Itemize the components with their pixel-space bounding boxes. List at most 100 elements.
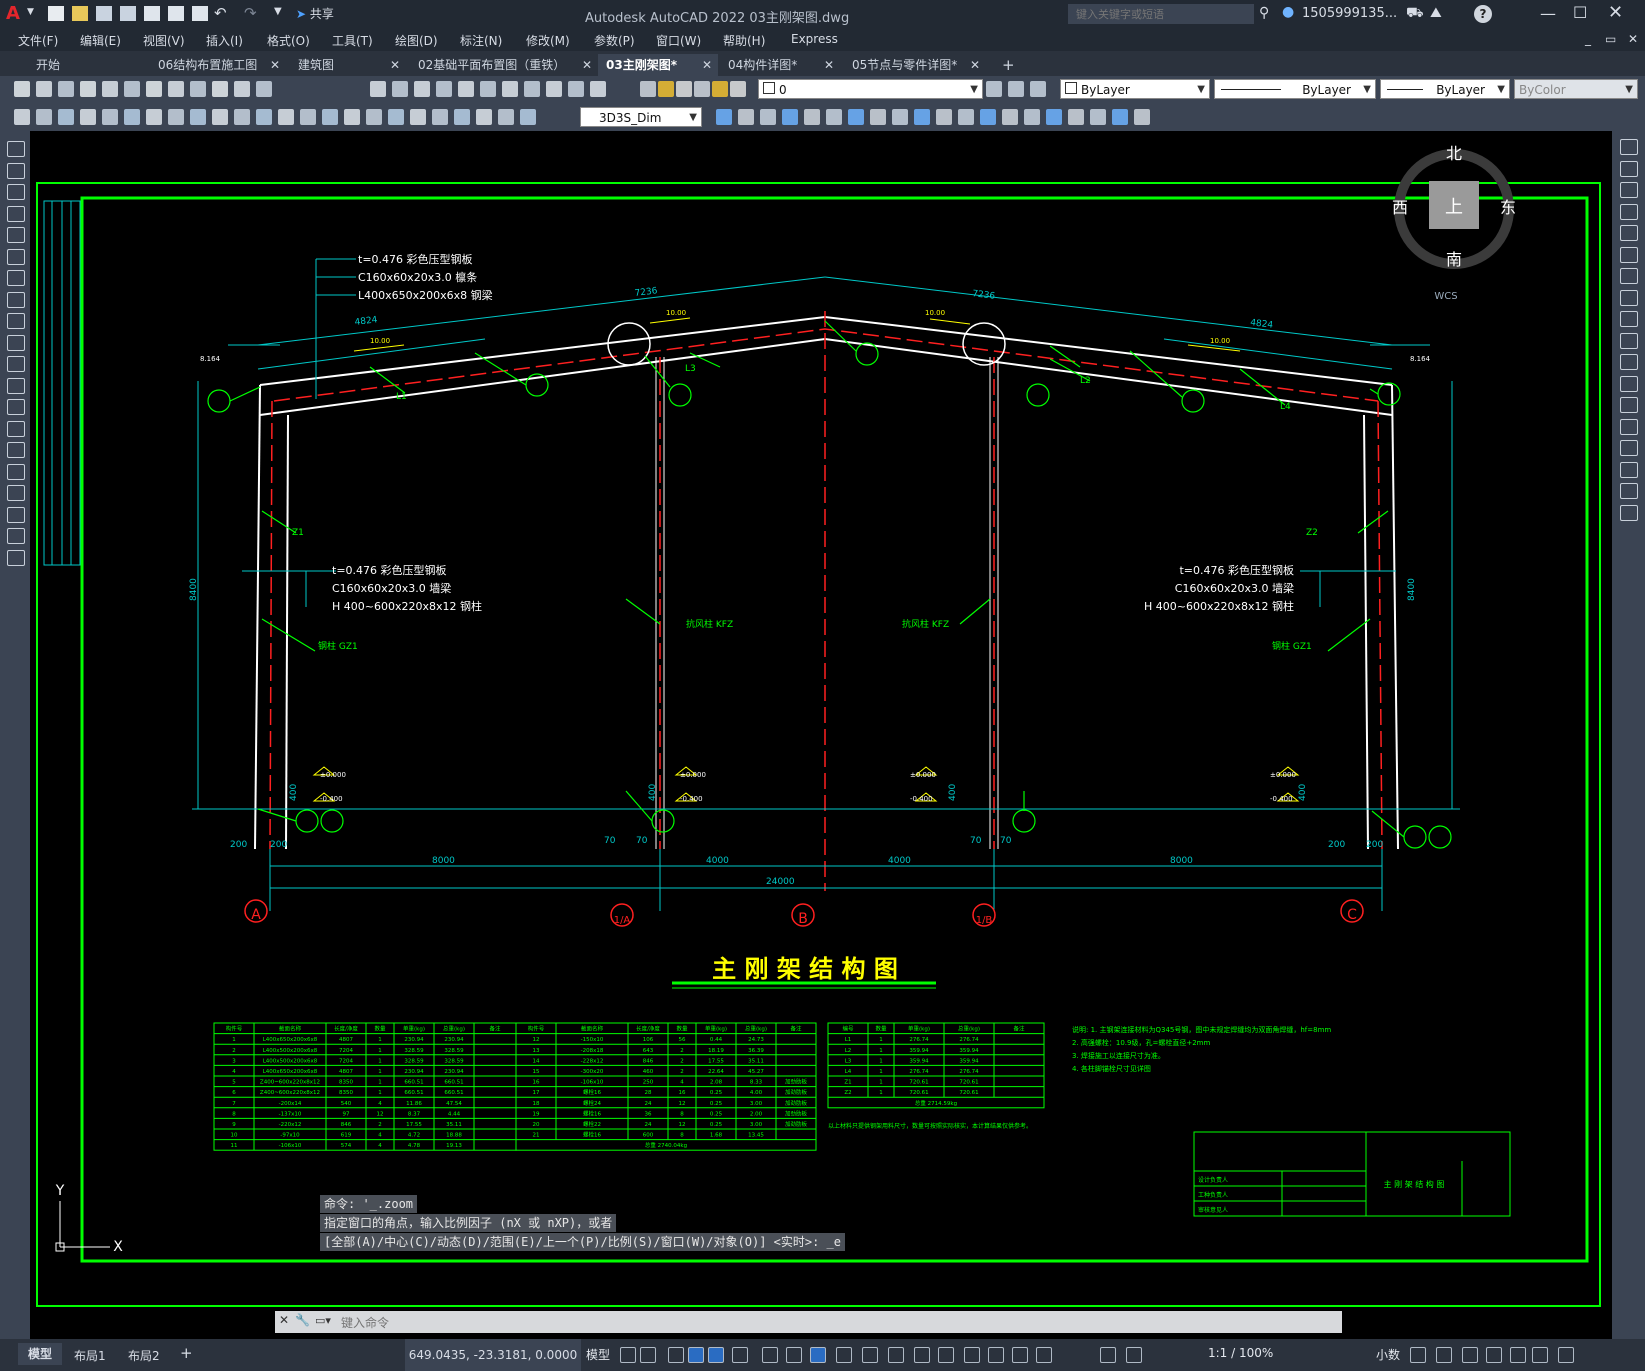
polar-icon[interactable] [732, 1347, 748, 1363]
search-input[interactable] [1068, 4, 1248, 24]
annotation-visibility-icon[interactable] [1012, 1347, 1028, 1363]
b18-icon[interactable] [1090, 109, 1106, 125]
color-dropdown[interactable]: ByLayer ▼ [1060, 79, 1210, 99]
array-icon[interactable] [1620, 225, 1638, 241]
polyline-icon[interactable] [7, 184, 25, 200]
customize-command-icon[interactable]: 🔧 [295, 1313, 310, 1327]
blend-icon[interactable] [1620, 483, 1638, 499]
b7-icon[interactable] [848, 109, 864, 125]
join-icon[interactable] [1620, 418, 1638, 435]
a17-icon[interactable] [366, 109, 382, 125]
b13-icon[interactable] [980, 109, 996, 125]
a8-icon[interactable] [168, 109, 184, 125]
b4-icon[interactable] [782, 109, 798, 125]
make-block-icon[interactable] [7, 399, 25, 415]
cut-icon[interactable] [168, 81, 184, 97]
gizmo-icon[interactable] [988, 1347, 1004, 1363]
toolpalette-icon[interactable] [502, 81, 518, 97]
tab-06[interactable]: 06结构布置施工图 ✕ [150, 54, 286, 76]
dimstyle-dropdown[interactable]: 3D3S_Dim ▼ [580, 107, 702, 127]
app-logo[interactable]: A [6, 3, 26, 25]
tab-start[interactable]: 开始 [28, 54, 146, 76]
maximize-icon[interactable]: ☐ [1573, 3, 1587, 22]
3d-osnap-icon[interactable] [914, 1347, 930, 1363]
selection-filter-icon[interactable] [964, 1347, 980, 1363]
extend-icon[interactable] [1620, 354, 1638, 370]
qsave-icon[interactable] [58, 81, 74, 97]
b12-icon[interactable] [958, 109, 974, 125]
clean-screen-icon[interactable] [1532, 1347, 1548, 1363]
close-command-icon[interactable]: ✕ [279, 1313, 289, 1327]
matchprop-icon[interactable] [234, 81, 250, 97]
a18-icon[interactable] [388, 109, 404, 125]
b3-icon[interactable] [760, 109, 776, 125]
tab-close-icon[interactable]: ✕ [582, 54, 592, 76]
auto-scale-icon[interactable] [1036, 1347, 1052, 1363]
units-display[interactable]: 小数 [1376, 1346, 1400, 1363]
zoom-window-icon[interactable] [414, 81, 430, 97]
b14-icon[interactable] [1002, 109, 1018, 125]
circle-icon[interactable] [7, 270, 25, 286]
b15-icon[interactable] [1024, 109, 1040, 125]
open-file-icon[interactable] [72, 6, 88, 21]
a13-icon[interactable] [278, 109, 294, 125]
new-file-icon[interactable] [48, 6, 64, 21]
annotation-monitor-icon[interactable] [1126, 1347, 1142, 1363]
annotation-scale[interactable]: 1:1 / 100% [1208, 1346, 1273, 1360]
a9-icon[interactable] [190, 109, 206, 125]
autodesk-app-icon[interactable]: ⛰ [1430, 5, 1442, 21]
b20-icon[interactable] [1134, 109, 1150, 125]
units-menu-icon[interactable] [1410, 1347, 1426, 1363]
b17-icon[interactable] [1068, 109, 1084, 125]
hatch-icon[interactable] [7, 442, 25, 458]
menu-window[interactable]: 窗口(W) [656, 32, 701, 49]
dynamic-input-icon[interactable] [688, 1347, 704, 1363]
b6-icon[interactable] [826, 109, 842, 125]
user-name[interactable]: 1505999135... [1302, 6, 1397, 21]
b8-icon[interactable] [870, 109, 886, 125]
a21-icon[interactable] [454, 109, 470, 125]
menu-help[interactable]: 帮助(H) [723, 32, 765, 49]
help-icon[interactable]: ? [1474, 5, 1492, 23]
blockeditor-icon[interactable] [256, 81, 272, 97]
menu-file[interactable]: 文件(F) [18, 32, 58, 49]
explode-icon[interactable] [1620, 504, 1638, 521]
hardware-accel-icon[interactable] [1510, 1347, 1526, 1363]
qnew-icon[interactable] [14, 81, 30, 97]
insert-block-icon[interactable] [7, 377, 25, 394]
workspace-icon[interactable] [1100, 1347, 1116, 1363]
a20-icon[interactable] [432, 109, 448, 125]
redo-icon[interactable]: ↷ [244, 4, 257, 22]
lineweight-dropdown[interactable]: ByLayer ▼ [1380, 79, 1510, 99]
dynamic-ucs-icon[interactable] [938, 1347, 954, 1363]
grid-icon[interactable] [620, 1347, 636, 1363]
a10-icon[interactable] [212, 109, 228, 125]
plot-icon[interactable] [80, 81, 96, 97]
a2-icon[interactable] [36, 109, 52, 125]
add-selected-icon[interactable] [7, 549, 25, 566]
arc-icon[interactable] [7, 248, 25, 265]
stretch-icon[interactable] [1620, 311, 1638, 327]
region-icon[interactable] [7, 485, 25, 501]
a14-icon[interactable] [300, 109, 316, 125]
tab-04[interactable]: 04构件详图* ✕ [720, 54, 840, 76]
properties-icon[interactable] [458, 81, 474, 97]
linetype-dropdown[interactable]: ByLayer ▼ [1214, 79, 1376, 99]
ellipse-icon[interactable] [7, 334, 25, 351]
break-point-icon[interactable] [1620, 375, 1638, 392]
markup-icon[interactable] [546, 81, 562, 97]
a7-icon[interactable] [146, 109, 162, 125]
search-box[interactable] [1068, 4, 1254, 24]
doc-minimize-icon[interactable]: _ [1585, 32, 1591, 46]
selection-cycling-icon[interactable] [888, 1347, 904, 1363]
menu-edit[interactable]: 编辑(E) [80, 32, 121, 49]
close-icon[interactable]: ✕ [1608, 2, 1623, 23]
chamfer-icon[interactable] [1620, 440, 1638, 456]
layout-tab-model[interactable]: 模型 [18, 1343, 63, 1365]
add-layout-icon[interactable]: + [180, 1344, 193, 1362]
tab-close-icon[interactable]: ✕ [970, 54, 980, 76]
layer-properties-icon[interactable] [640, 81, 656, 97]
ortho-icon[interactable] [708, 1347, 724, 1363]
a24-icon[interactable] [520, 109, 536, 125]
publish-icon[interactable] [124, 81, 140, 97]
